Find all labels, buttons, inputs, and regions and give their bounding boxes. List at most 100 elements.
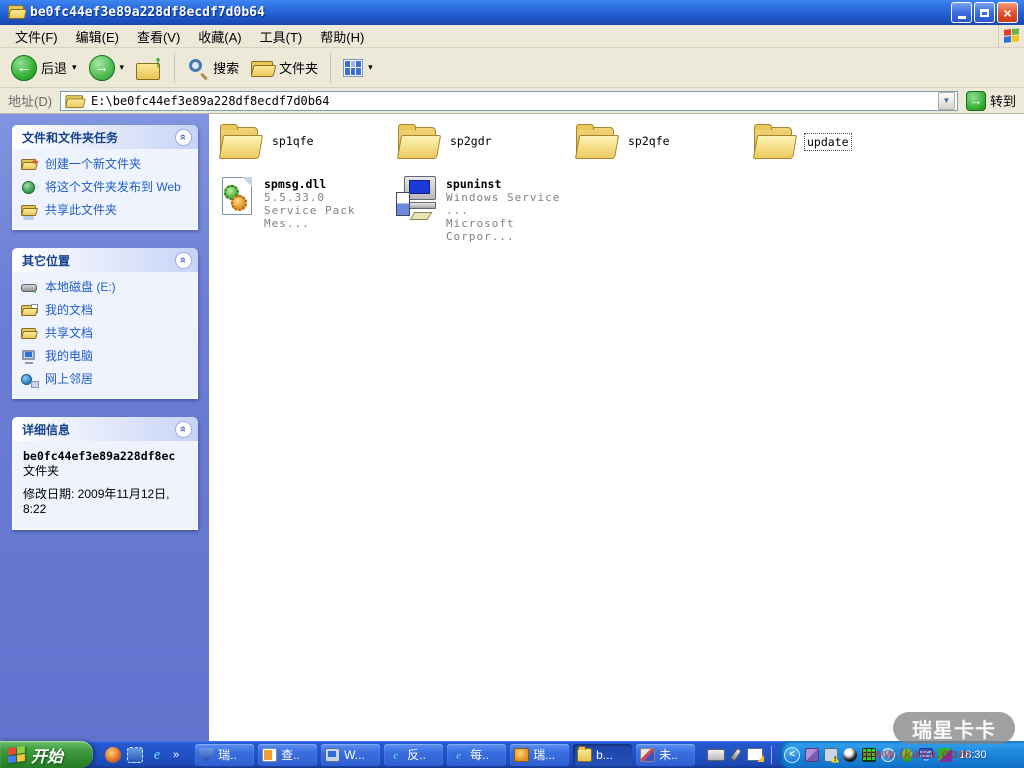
network-places-icon	[21, 372, 39, 388]
new-folder-icon: ✦	[21, 157, 39, 173]
windows-logo-icon	[998, 25, 1024, 47]
explorer-content: 文件和文件夹任务 » ✦ 创建一个新文件夹 ↑ 将这个文件夹发布到 Web 共享…	[0, 114, 1024, 741]
taskbar-button-label: 瑞...	[533, 746, 555, 763]
place-local-disk[interactable]: 本地磁盘 (E:)	[21, 280, 191, 296]
file-description: Windows Service ...	[446, 191, 574, 217]
maximize-button[interactable]	[974, 2, 995, 23]
panel-header[interactable]: 详细信息 »	[12, 417, 198, 441]
address-path[interactable]: E:\be0fc44ef3e89a228df8ecdf7d0b64	[91, 94, 934, 108]
close-icon: ×	[1003, 5, 1011, 21]
internet-explorer-icon[interactable]: e	[149, 747, 165, 763]
place-label: 共享文档	[45, 326, 93, 340]
menu-file[interactable]: 文件(F)	[6, 24, 67, 49]
task-publish-web[interactable]: ↑ 将这个文件夹发布到 Web	[21, 180, 191, 196]
folder-icon	[574, 124, 620, 162]
taskbar-button-rising2[interactable]: 瑞...	[510, 744, 569, 766]
address-dropdown-icon[interactable]: ▼	[938, 92, 955, 110]
qq-tray-icon[interactable]	[843, 748, 857, 762]
up-button[interactable]: ↑	[131, 53, 167, 83]
quick-launch-overflow-icon[interactable]: »	[173, 749, 179, 761]
views-button[interactable]: ▾	[338, 56, 378, 80]
menu-favorites[interactable]: 收藏(A)	[189, 24, 250, 49]
forward-dropdown-icon[interactable]: ▾	[120, 62, 125, 73]
menu-help[interactable]: 帮助(H)	[311, 24, 373, 49]
installer-file-icon	[396, 176, 440, 220]
file-item-spuninst[interactable]: spuninst Windows Service ... Microsoft C…	[396, 176, 574, 243]
place-my-computer[interactable]: 我的电脑	[21, 349, 191, 365]
go-button[interactable]: → 转到	[962, 91, 1020, 111]
microphone-icon[interactable]	[730, 747, 742, 761]
start-button[interactable]: 开始	[0, 741, 93, 768]
address-label: 地址(D)	[4, 91, 56, 110]
ikaka-url-watermark: www.ikaka.com	[862, 746, 971, 761]
panel-file-folder-tasks: 文件和文件夹任务 » ✦ 创建一个新文件夹 ↑ 将这个文件夹发布到 Web 共享…	[12, 125, 198, 230]
menu-edit[interactable]: 编辑(E)	[67, 24, 128, 49]
address-input[interactable]: E:\be0fc44ef3e89a228df8ecdf7d0b64 ▼	[60, 91, 958, 111]
panel-title: 详细信息	[22, 421, 70, 438]
search-button[interactable]: 搜索	[182, 54, 244, 82]
my-documents-icon	[21, 303, 39, 319]
file-company: Microsoft Corpor...	[446, 217, 574, 243]
details-modified-date: 修改日期: 2009年11月12日,	[23, 487, 189, 502]
panel-header[interactable]: 其它位置 »	[12, 248, 198, 272]
details-modified-time: 8:22	[23, 502, 189, 517]
taskbar-button-label: 每..	[470, 746, 489, 763]
views-icon	[343, 59, 363, 77]
handwriting-pad-icon[interactable]	[747, 748, 763, 761]
forward-icon: →	[89, 55, 115, 81]
file-list-area[interactable]: sp1qfe sp2gdr sp2qfe update spmsg.dll 5.…	[209, 114, 1024, 741]
folders-button[interactable]: 文件夹	[246, 55, 323, 80]
folder-item-sp2gdr[interactable]: sp2gdr	[396, 124, 574, 162]
taskbar-button-ie1[interactable]: e 反..	[384, 744, 443, 766]
go-icon: →	[966, 91, 986, 111]
place-network-places[interactable]: 网上邻居	[21, 372, 191, 388]
search-icon	[187, 57, 209, 79]
place-label: 我的文档	[45, 303, 93, 317]
taskbar-button-label: W...	[344, 748, 365, 762]
file-item-spmsg-dll[interactable]: spmsg.dll 5.5.33.0 Service Pack Mes...	[218, 176, 396, 243]
taskbar-button-explorer-active[interactable]: b...	[573, 744, 632, 766]
restore-icon	[980, 9, 989, 17]
place-label: 本地磁盘 (E:)	[45, 280, 116, 294]
media-player-icon[interactable]	[105, 747, 121, 763]
task-new-folder[interactable]: ✦ 创建一个新文件夹	[21, 157, 191, 173]
folder-item-sp1qfe[interactable]: sp1qfe	[218, 124, 396, 162]
back-button[interactable]: ← 后退 ▾	[6, 52, 82, 84]
address-folder-icon	[65, 93, 84, 108]
folder-item-update[interactable]: update	[752, 124, 930, 162]
minimize-button[interactable]	[951, 2, 972, 23]
start-label: 开始	[31, 743, 63, 767]
collapse-chevron-icon[interactable]: »	[175, 421, 192, 438]
folder-icon	[218, 124, 264, 162]
file-name: spmsg.dll	[264, 178, 396, 191]
tray-collapse-chevron-icon[interactable]: <	[784, 747, 800, 763]
folder-item-sp2qfe[interactable]: sp2qfe	[574, 124, 752, 162]
collapse-chevron-icon[interactable]: »	[175, 252, 192, 269]
taskbar-button-ie2[interactable]: e 每..	[447, 744, 506, 766]
taskbar-button-untitled[interactable]: 未..	[636, 744, 695, 766]
details-folder-type: 文件夹	[23, 464, 189, 479]
task-buttons: 瑞.. 查.. W... e 反.. e 每.. 瑞... b... 未..	[195, 744, 695, 766]
place-my-documents[interactable]: 我的文档	[21, 303, 191, 319]
collapse-chevron-icon[interactable]: »	[175, 129, 192, 146]
paint-icon	[640, 748, 655, 762]
taskbar-button-label: 反..	[407, 746, 426, 763]
security-alert-tray-icon[interactable]	[824, 748, 838, 762]
task-share-folder[interactable]: 共享此文件夹	[21, 203, 191, 219]
close-button[interactable]: ×	[997, 2, 1018, 23]
movie-maker-icon[interactable]	[127, 747, 143, 763]
taskbar-button-rising[interactable]: 瑞..	[195, 744, 254, 766]
views-dropdown-icon[interactable]: ▾	[368, 62, 373, 73]
taskbar-button-w[interactable]: W...	[321, 744, 380, 766]
network-tray-icon[interactable]	[805, 748, 819, 762]
menu-view[interactable]: 查看(V)	[128, 24, 189, 49]
taskbar-button-view[interactable]: 查..	[258, 744, 317, 766]
folders-icon	[251, 58, 275, 77]
back-dropdown-icon[interactable]: ▾	[72, 62, 77, 73]
keyboard-icon[interactable]	[707, 749, 725, 761]
place-shared-documents[interactable]: 共享文档	[21, 326, 191, 342]
shared-documents-icon	[21, 326, 39, 342]
forward-button[interactable]: → ▾	[84, 52, 130, 84]
menu-tools[interactable]: 工具(T)	[251, 24, 312, 49]
panel-header[interactable]: 文件和文件夹任务 »	[12, 125, 198, 149]
